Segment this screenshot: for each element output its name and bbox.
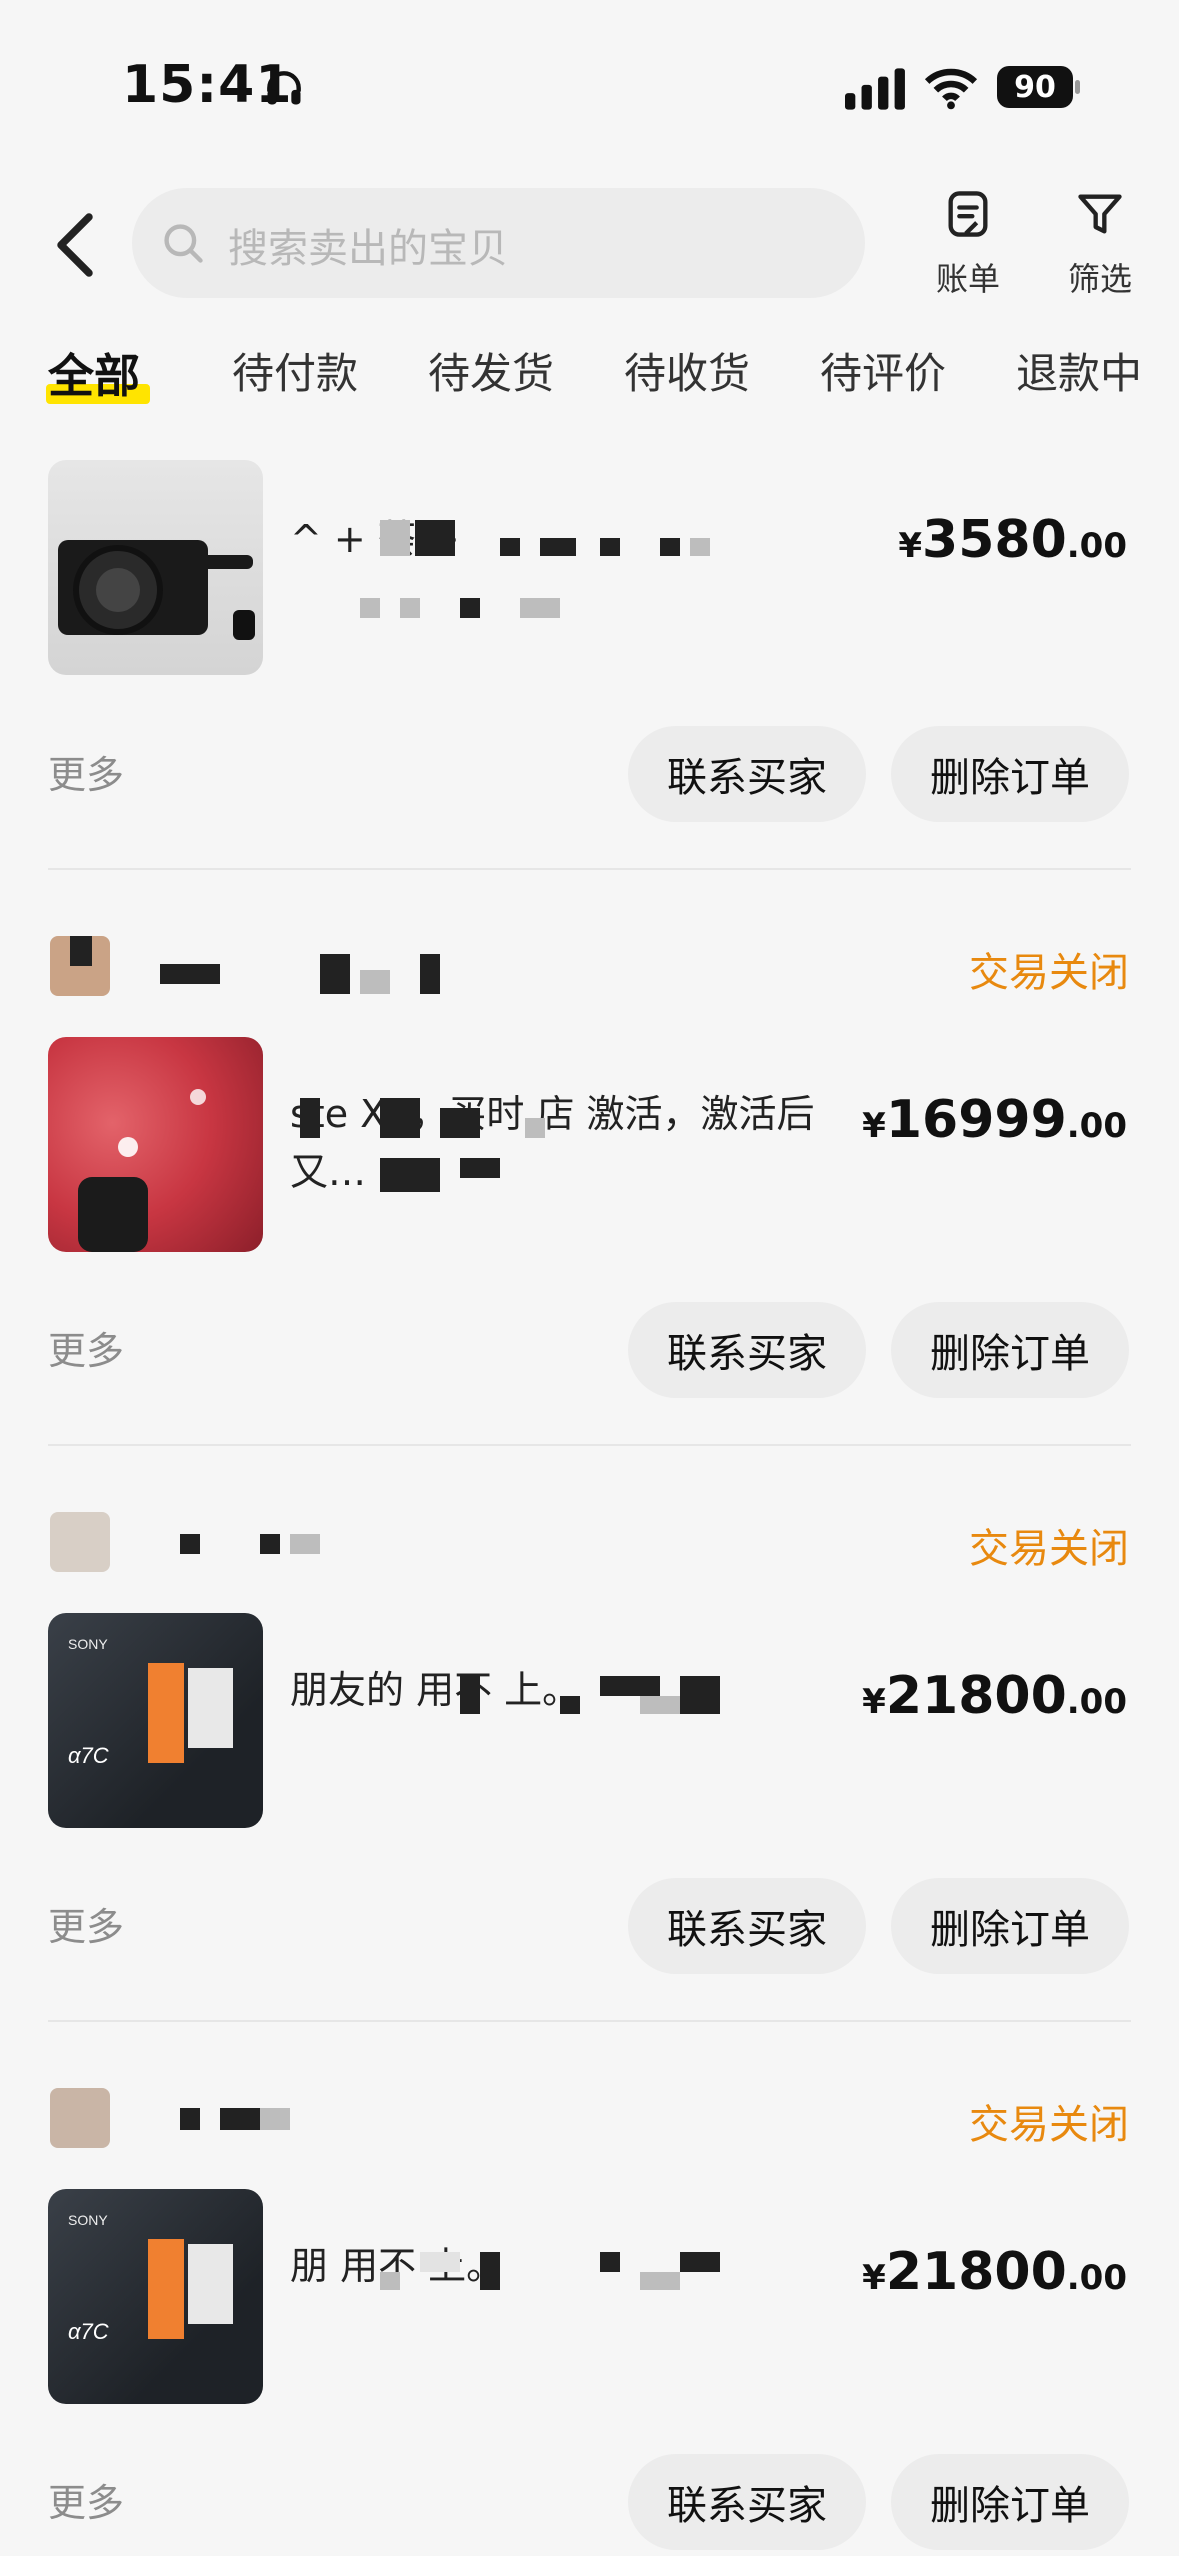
back-icon[interactable] [50,210,100,280]
contact-buyer-button[interactable]: 联系买家 [628,2454,866,2550]
camera-box-photo: SONY α7C [68,2212,233,2344]
svg-text:SONY: SONY [68,1636,108,1652]
delete-order-button[interactable]: 删除订单 [891,2454,1129,2550]
filter-label: 筛选 [1067,260,1132,298]
bill-label: 账单 [935,260,1000,298]
more-link[interactable]: 更多 [48,1896,124,1951]
product-title[interactable]: 朋 用不 上。 [290,2237,840,2295]
price: ¥21800.00 [862,2242,1127,2302]
bill-button[interactable]: 账单 [920,188,1016,308]
product-image[interactable]: SONY α7C [48,1613,263,1828]
headphones-icon [267,71,301,105]
tab-pending-review[interactable]: 待评价 [820,340,946,401]
buyer-info[interactable] [50,2088,470,2148]
wifi-icon [925,68,977,110]
tab-all[interactable]: 全部 [48,340,140,406]
tab-refunding[interactable]: 退款中 [1016,340,1142,401]
product-image[interactable] [48,1037,263,1252]
tab-pending-shipment[interactable]: 待发货 [428,340,554,401]
more-link[interactable]: 更多 [48,744,124,799]
product-image[interactable] [48,460,263,675]
tab-pending-receipt[interactable]: 待收货 [624,340,750,401]
product-image[interactable]: SONY α7C [48,2189,263,2404]
battery-cap [1075,80,1080,94]
buyer-info[interactable] [50,1512,470,1572]
red-product-photo [78,1089,206,1252]
delete-order-button[interactable]: 删除订单 [891,726,1129,822]
avatar [50,1512,110,1572]
order-status: 交易关闭 [969,2102,1129,2148]
filter-button[interactable]: 筛选 [1052,188,1148,308]
divider [48,2020,1131,2022]
delete-order-button[interactable]: 删除订单 [891,1878,1129,1974]
contact-buyer-button[interactable]: 联系买家 [628,726,866,822]
price: ¥16999.00 [862,1090,1127,1150]
svg-text:α7C: α7C [68,2319,109,2344]
order-status: 交易关闭 [969,950,1129,996]
battery-icon: 90 [997,66,1073,108]
more-link[interactable]: 更多 [48,2472,124,2527]
search-placeholder: 搜索卖出的宝贝 [228,226,508,272]
search-input[interactable]: 搜索卖出的宝贝 [132,188,865,298]
contact-buyer-button[interactable]: 联系买家 [628,1302,866,1398]
signal-icon [845,68,905,110]
more-link[interactable]: 更多 [48,1320,124,1375]
price: ¥21800.00 [862,1666,1127,1726]
order-status: 交易关闭 [969,1526,1129,1572]
contact-buyer-button[interactable]: 联系买家 [628,1878,866,1974]
delete-order-button[interactable]: 删除订单 [891,1302,1129,1398]
camera-photo [58,540,255,640]
filter-icon [1078,194,1122,234]
buyer-info[interactable] [50,936,470,996]
product-title[interactable]: ste X6，买时 店 激活，激活后又… [290,1085,840,1201]
price: ¥3580.00 [898,510,1127,570]
order-tabs: 全部 待付款 待发货 待收货 待评价 退款中 [0,330,1179,410]
avatar [50,2088,110,2148]
divider [48,868,1131,870]
tab-pending-payment[interactable]: 待付款 [232,340,358,401]
svg-text:α7C: α7C [68,1743,109,1768]
status-bar: 15:41 90 [0,0,1179,170]
search-icon [164,224,203,263]
divider [48,1444,1131,1446]
bill-icon [948,191,988,237]
svg-text:SONY: SONY [68,2212,108,2228]
top-nav: 搜索卖出的宝贝 账单 筛选 [0,170,1179,320]
camera-box-photo: SONY α7C [68,1636,233,1768]
